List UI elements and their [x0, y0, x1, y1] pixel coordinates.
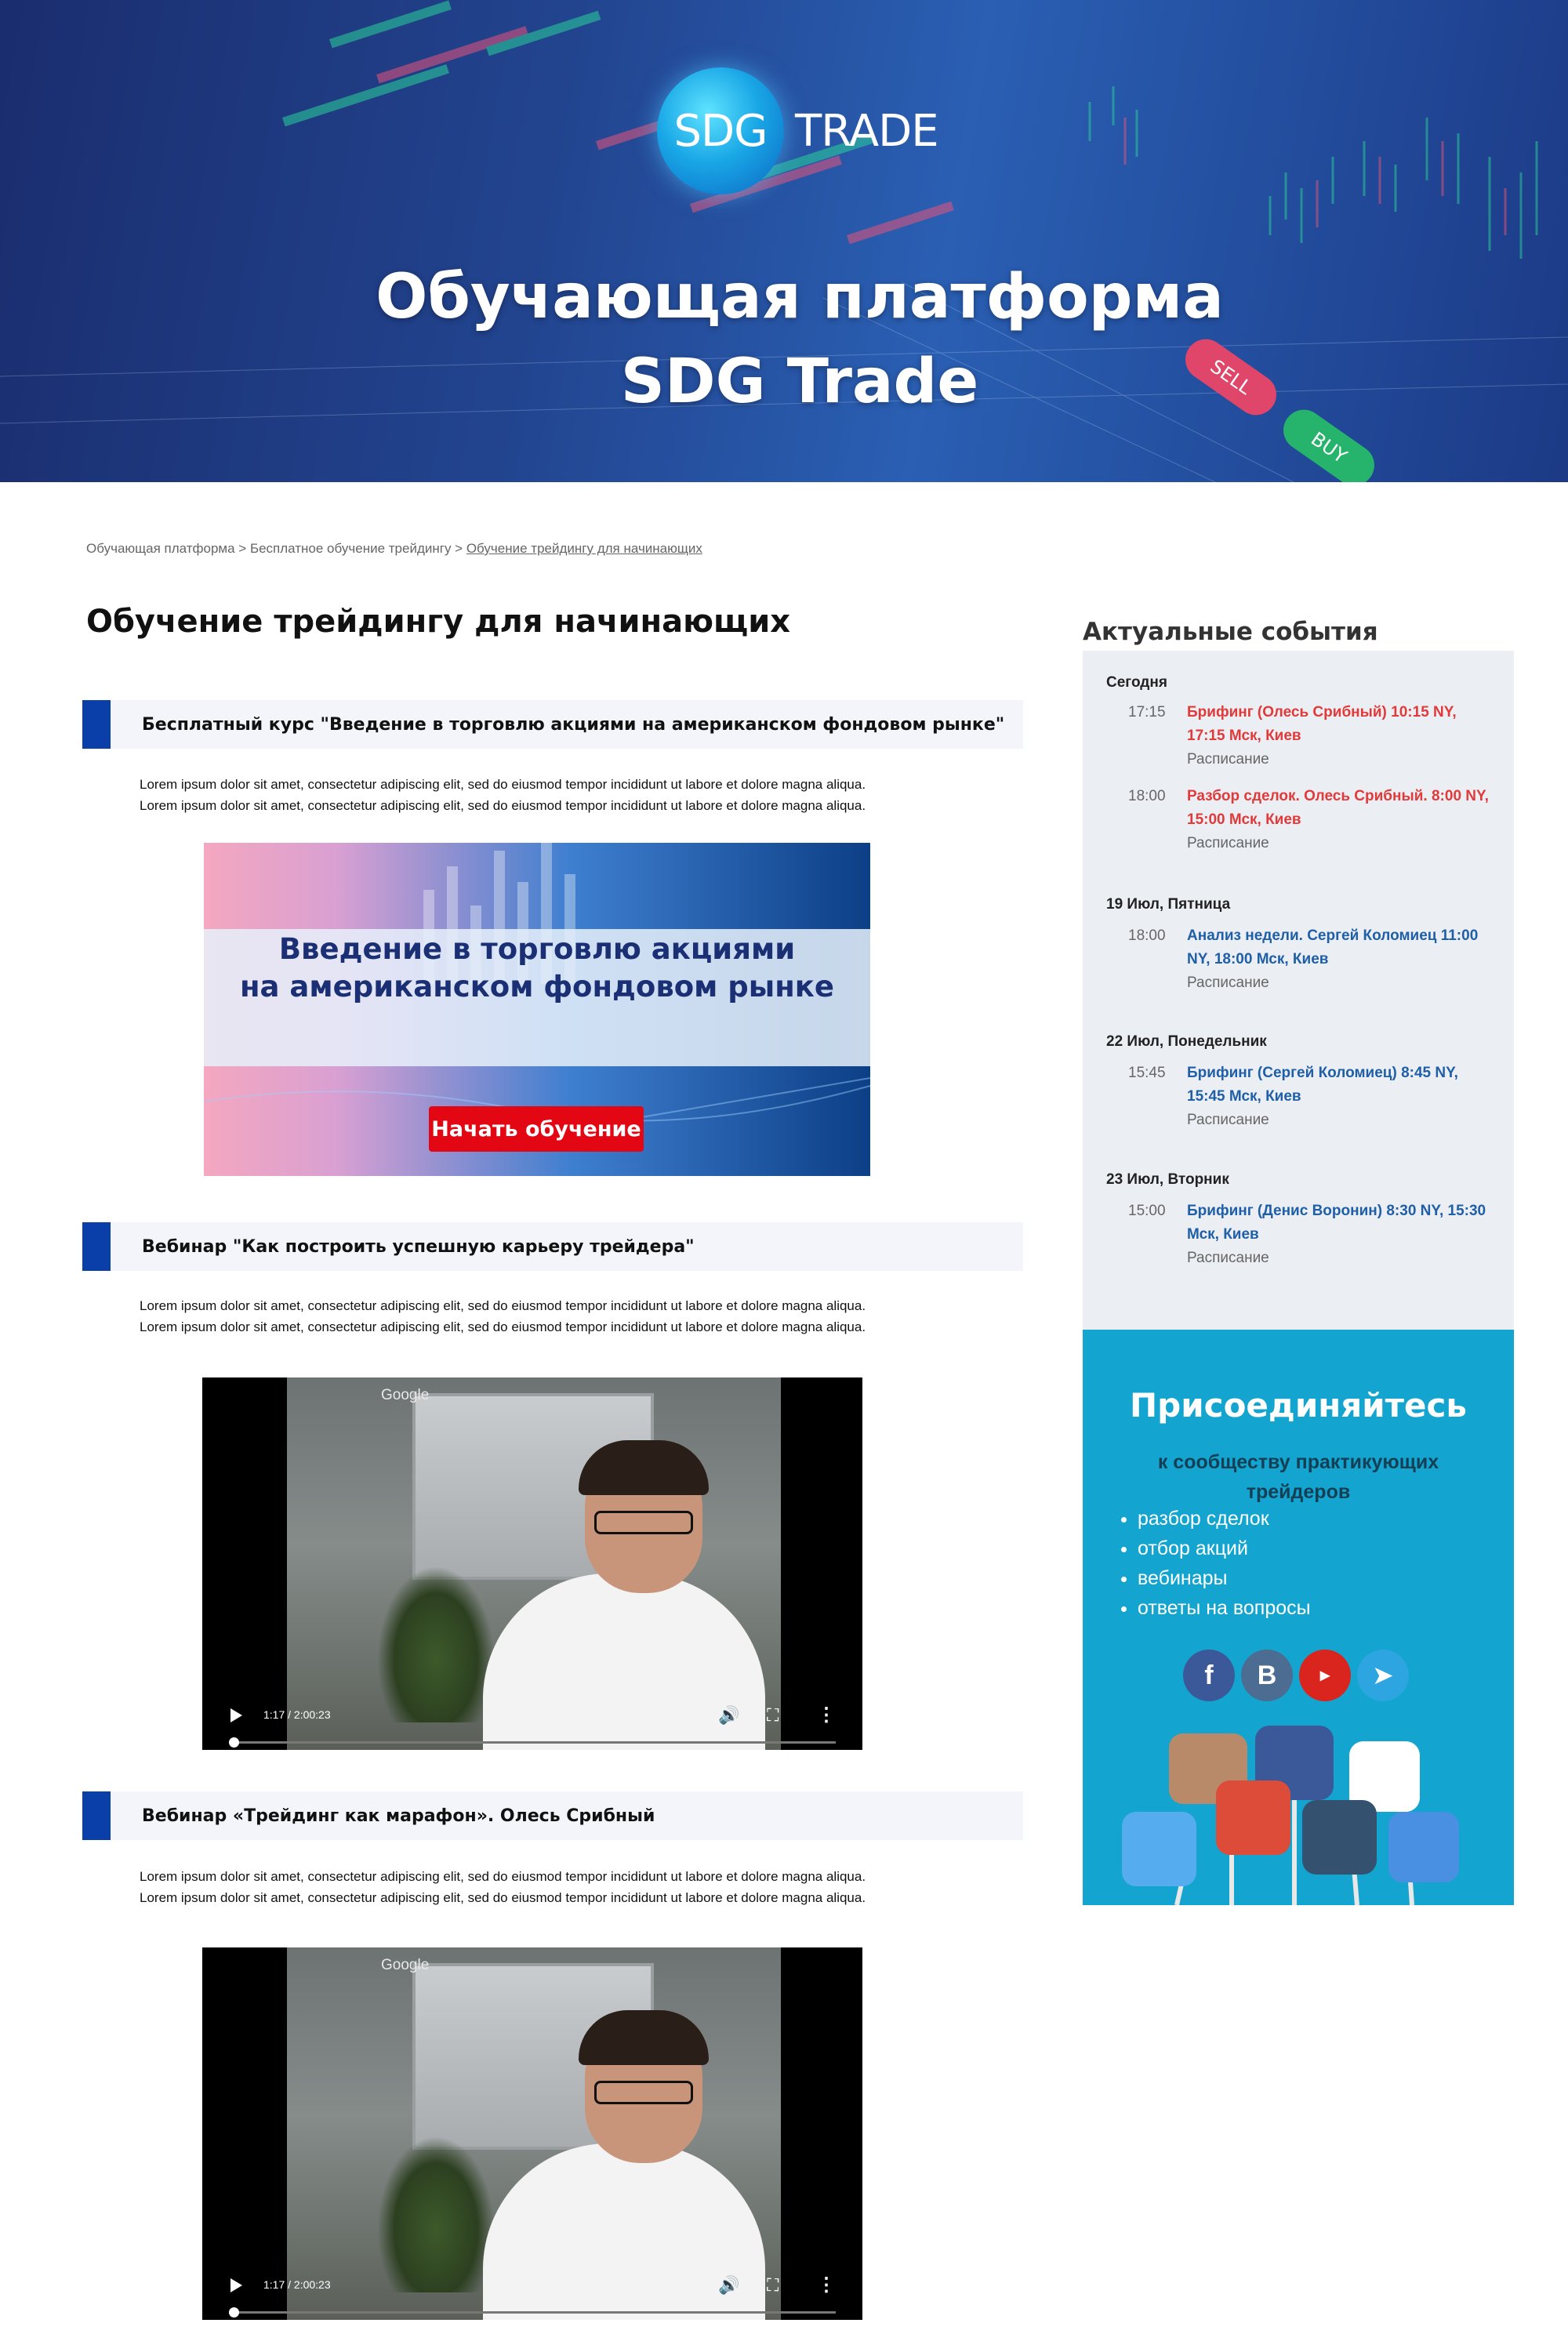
progress-knob[interactable] — [229, 1737, 239, 1748]
event-link[interactable]: Анализ недели. Сергей Коломиец 11:00 NY,… — [1187, 924, 1493, 971]
banner-title: Введение в торговлю акциями на американс… — [204, 931, 870, 1006]
breadcrumb-separator: > — [234, 541, 250, 556]
description-line: Lorem ipsum dolor sit amet, consectetur … — [140, 1298, 866, 1313]
event-schedule-link[interactable]: Расписание — [1187, 975, 1269, 992]
section-accent-bar — [82, 700, 111, 749]
event-time: 18:00 — [1128, 788, 1166, 804]
event-day-heading: 22 Июл, Понедельник — [1106, 1033, 1267, 1050]
more-options-icon[interactable]: ⋮ — [817, 1704, 836, 1726]
join-benefits-list: разбор сделок отбор акций вебинары ответ… — [1106, 1504, 1311, 1623]
start-learning-button[interactable]: Начать обучение — [429, 1106, 644, 1152]
section-heading-text: Вебинар "Как построить успешную карьеру … — [142, 1236, 695, 1257]
breadcrumb-link-free-training[interactable]: Бесплатное обучение трейдингу — [250, 541, 452, 556]
sdg-trade-logo[interactable]: SDG TRADE — [657, 67, 939, 194]
event-time: 15:45 — [1128, 1065, 1166, 1081]
section-heading-text: Вебинар «Трейдинг как марафон». Олесь Ср… — [142, 1806, 655, 1826]
event-schedule-link[interactable]: Расписание — [1187, 1112, 1269, 1129]
join-benefit-item: разбор сделок — [1138, 1504, 1311, 1534]
video-controls: 1:17 / 2:00:23 🔊 ⛶ ⋮ — [202, 2261, 862, 2320]
youtube-icon[interactable]: ▶ — [1299, 1650, 1351, 1701]
video-source-label: Google — [381, 1387, 430, 1403]
fullscreen-icon[interactable]: ⛶ — [767, 1705, 779, 1726]
event-link[interactable]: Брифинг (Денис Воронин) 8:30 NY, 15:30 М… — [1187, 1200, 1493, 1247]
logo-sdg-text: SDG — [673, 105, 768, 157]
join-benefit-item: вебинары — [1138, 1563, 1311, 1593]
hero-banner: SDG TRADE Обучающая платформа SDG Trade … — [0, 0, 1568, 482]
breadcrumb-link-current[interactable]: Обучение трейдингу для начинающих — [466, 541, 702, 556]
presenter-glasses — [594, 2081, 693, 2104]
play-icon[interactable] — [230, 1708, 242, 1722]
social-links: f B ▶ ➤ — [1183, 1650, 1409, 1701]
section-description: Lorem ipsum dolor sit amet, consectetur … — [140, 1866, 1002, 1908]
section-description: Lorem ipsum dolor sit amet, consectetur … — [140, 1295, 1002, 1338]
join-subtitle: к сообществу практикующих трейдеров — [1157, 1451, 1439, 1503]
section-heading-webinar-marathon: Вебинар «Трейдинг как марафон». Олесь Ср… — [82, 1791, 1023, 1840]
join-title: Присоединяйтесь — [1130, 1386, 1467, 1425]
hero-title-line1: Обучающая платформа — [376, 262, 1224, 332]
join-benefit-item: ответы на вопросы — [1138, 1593, 1311, 1623]
play-icon[interactable] — [230, 2278, 242, 2292]
presenter-glasses — [594, 1511, 693, 1534]
events-title: Актуальные события — [1083, 618, 1378, 646]
facebook-icon[interactable]: f — [1183, 1650, 1235, 1701]
events-panel: Сегодня 17:15 Брифинг (Олесь Срибный) 10… — [1083, 651, 1514, 1330]
section-heading-text: Бесплатный курс "Введение в торговлю акц… — [142, 714, 1005, 735]
progress-track[interactable] — [229, 2311, 836, 2314]
video-time: 1:17 / 2:00:23 — [263, 2278, 331, 2291]
description-line: Lorem ipsum dolor sit amet, consectetur … — [140, 1869, 866, 1884]
event-day-heading: 23 Июл, Вторник — [1106, 1171, 1229, 1188]
telegram-icon[interactable]: ➤ — [1357, 1650, 1409, 1701]
progress-track[interactable] — [229, 1741, 836, 1744]
hero-title-line2: SDG Trade — [620, 347, 979, 417]
event-link[interactable]: Разбор сделок. Олесь Срибный. 8:00 NY, 1… — [1187, 785, 1493, 832]
description-line: Lorem ipsum dolor sit amet, consectetur … — [140, 798, 866, 813]
video-player-marathon[interactable]: Google 1:17 / 2:00:23 🔊 ⛶ ⋮ — [202, 1947, 862, 2320]
join-benefit-item: отбор акций — [1138, 1534, 1311, 1563]
breadcrumb-separator: > — [451, 541, 466, 556]
description-line: Lorem ipsum dolor sit amet, consectetur … — [140, 1890, 866, 1905]
page-title: Обучение трейдингу для начинающих — [86, 604, 791, 640]
event-day-heading: Сегодня — [1106, 674, 1167, 691]
video-time: 1:17 / 2:00:23 — [263, 1708, 331, 1721]
volume-icon[interactable]: 🔊 — [718, 1705, 739, 1726]
section-description: Lorem ipsum dolor sit amet, consectetur … — [140, 774, 1002, 816]
banner-title-line2: на американском фондовом рынке — [239, 970, 835, 1004]
event-schedule-link[interactable]: Расписание — [1187, 1250, 1269, 1267]
vk-icon[interactable]: B — [1241, 1650, 1293, 1701]
video-source-label: Google — [381, 1957, 430, 1973]
breadcrumb-link-platform[interactable]: Обучающая платформа — [86, 541, 235, 556]
event-link[interactable]: Брифинг (Сергей Коломиец) 8:45 NY, 15:45… — [1187, 1062, 1493, 1109]
event-time: 17:15 — [1128, 704, 1166, 720]
banner-title-line1: Введение в торговлю акциями — [278, 932, 796, 966]
event-schedule-link[interactable]: Расписание — [1187, 751, 1269, 768]
description-line: Lorem ipsum dolor sit amet, consectetur … — [140, 777, 866, 792]
video-controls: 1:17 / 2:00:23 🔊 ⛶ ⋮ — [202, 1691, 862, 1750]
progress-knob[interactable] — [229, 2307, 239, 2318]
logo-circle: SDG — [657, 67, 784, 194]
course-banner[interactable]: Введение в торговлю акциями на американс… — [204, 843, 870, 1176]
breadcrumb: Обучающая платформа > Бесплатное обучени… — [86, 541, 702, 557]
event-schedule-link[interactable]: Расписание — [1187, 835, 1269, 852]
social-media-signs-illustration — [1122, 1726, 1459, 1905]
join-community-banner[interactable]: Присоединяйтесь к сообществу практикующи… — [1083, 1330, 1514, 1905]
video-player-career[interactable]: Google 1:17 / 2:00:23 🔊 ⛶ ⋮ — [202, 1377, 862, 1750]
logo-trade-text: TRADE — [795, 105, 939, 157]
event-time: 18:00 — [1128, 927, 1166, 944]
event-time: 15:00 — [1128, 1203, 1166, 1219]
section-accent-bar — [82, 1791, 111, 1840]
section-heading-course: Бесплатный курс "Введение в торговлю акц… — [82, 700, 1023, 749]
event-day-heading: 19 Июл, Пятница — [1106, 896, 1231, 913]
section-heading-webinar-career: Вебинар "Как построить успешную карьеру … — [82, 1222, 1023, 1271]
more-options-icon[interactable]: ⋮ — [817, 2274, 836, 2296]
volume-icon[interactable]: 🔊 — [718, 2275, 739, 2296]
event-link[interactable]: Брифинг (Олесь Срибный) 10:15 NY, 17:15 … — [1187, 701, 1493, 748]
section-accent-bar — [82, 1222, 111, 1271]
fullscreen-icon[interactable]: ⛶ — [767, 2275, 779, 2296]
hero-title: Обучающая платформа SDG Trade — [0, 255, 1568, 424]
description-line: Lorem ipsum dolor sit amet, consectetur … — [140, 1319, 866, 1334]
